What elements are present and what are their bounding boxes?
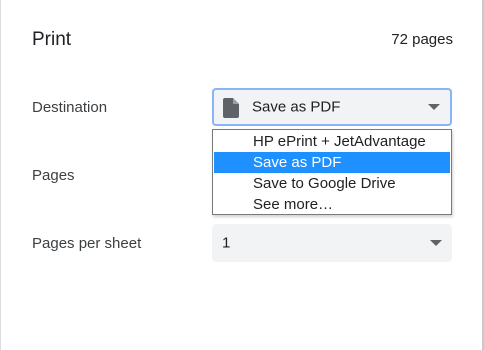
print-settings-panel: Print 72 pages Destination Save as PDF P… [0, 0, 484, 350]
pages-per-sheet-label: Pages per sheet [32, 235, 142, 252]
destination-dropdown-list: HP ePrint + JetAdvantage Save as PDF Sav… [212, 129, 452, 215]
destination-selected-value: Save as PDF [252, 98, 341, 116]
destination-option-hp-eprint[interactable]: HP ePrint + JetAdvantage [213, 131, 451, 152]
destination-option-save-as-pdf[interactable]: Save as PDF [214, 152, 450, 173]
panel-left-border [0, 0, 1, 350]
chevron-down-icon [428, 104, 440, 110]
page-count: 72 pages [391, 31, 453, 48]
chevron-down-icon [430, 240, 442, 246]
pages-per-sheet-select[interactable]: 1 [212, 224, 452, 262]
pages-label: Pages [32, 167, 75, 184]
destination-label: Destination [32, 99, 108, 116]
destination-select[interactable]: Save as PDF [212, 88, 452, 126]
document-icon [223, 98, 239, 118]
pages-per-sheet-value: 1 [222, 234, 231, 252]
destination-option-google-drive[interactable]: Save to Google Drive [213, 173, 451, 194]
print-title: Print [32, 29, 72, 50]
destination-option-see-more[interactable]: See more… [213, 194, 451, 215]
